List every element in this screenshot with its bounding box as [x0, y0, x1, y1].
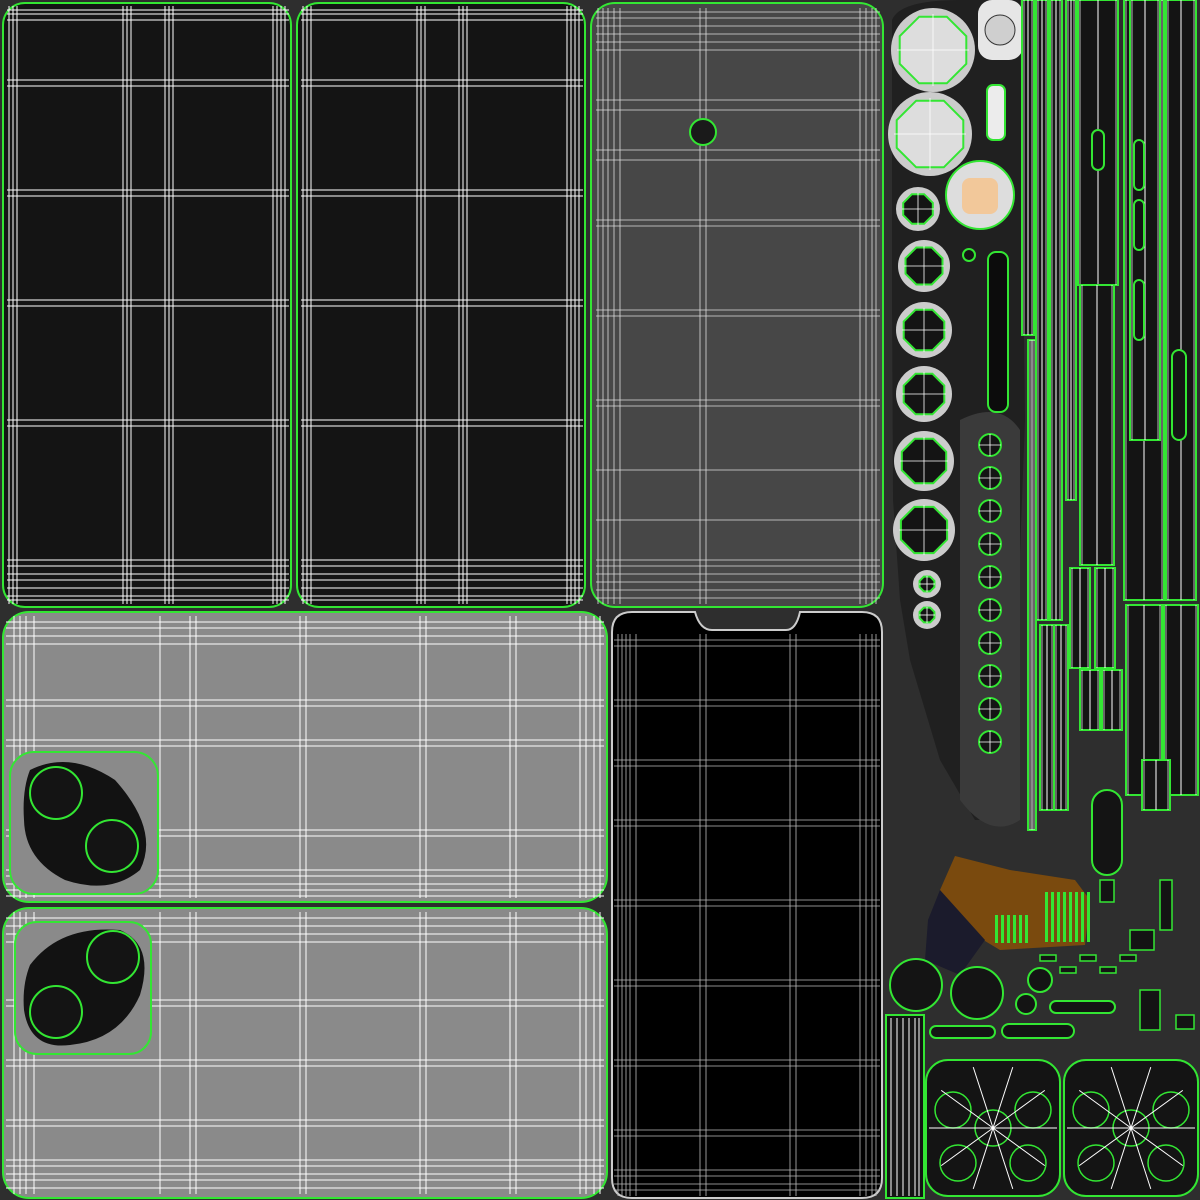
screen-panel-with-notch	[611, 611, 883, 1199]
small-part	[1129, 929, 1155, 951]
small-part	[1159, 879, 1173, 931]
back-panel-middle	[296, 2, 586, 608]
small-part	[1079, 954, 1097, 962]
speaker-grill-icon	[984, 14, 1016, 46]
tick-mark	[1069, 892, 1072, 942]
tick-mark	[1087, 892, 1090, 942]
lens-icon	[1015, 993, 1037, 1015]
lens-icon	[889, 958, 943, 1012]
lens-icon	[86, 930, 140, 984]
pill-slot	[1091, 129, 1105, 171]
tick-mark	[1051, 892, 1054, 942]
button-icon	[962, 248, 976, 262]
pill-slot	[1049, 1000, 1116, 1014]
button-slot	[987, 251, 1009, 413]
tick-mark	[1075, 892, 1078, 942]
small-part	[1099, 879, 1115, 903]
tick-mark	[1057, 892, 1060, 942]
lens-icon	[1072, 1091, 1110, 1129]
frame-panel-with-camera-hole	[590, 2, 884, 608]
small-part	[1099, 966, 1117, 974]
pill-slot	[1091, 789, 1123, 876]
small-part	[1139, 989, 1161, 1031]
tick-mark	[1019, 915, 1022, 943]
pill-slot	[1133, 139, 1145, 191]
tick-mark	[1063, 892, 1066, 942]
pill-slot	[1171, 349, 1187, 441]
camera-hole-icon	[689, 118, 717, 146]
tick-mark	[1013, 915, 1016, 943]
lens-icon	[1152, 1091, 1190, 1129]
lens-icon	[934, 1091, 972, 1129]
pill-slot	[1001, 1023, 1075, 1039]
lens-icon	[1027, 967, 1053, 993]
lens-icon	[1014, 1091, 1052, 1129]
lens-icon	[950, 966, 1004, 1020]
tick-mark	[1001, 915, 1004, 943]
tick-mark	[1025, 915, 1028, 943]
lens-icon	[29, 985, 83, 1039]
uv-texture-atlas	[0, 0, 1200, 1200]
rear-glass-upper	[2, 611, 608, 903]
tick-mark	[1081, 892, 1084, 942]
tick-mark	[1045, 892, 1048, 942]
pill-slot	[929, 1025, 996, 1039]
small-part	[1119, 954, 1137, 962]
small-part	[1175, 1014, 1195, 1030]
connector-icon	[986, 84, 1006, 141]
small-part	[1059, 966, 1077, 974]
small-part	[1039, 954, 1057, 962]
pill-slot	[1133, 279, 1145, 341]
back-panel-left	[2, 2, 292, 608]
flash-led	[962, 178, 998, 214]
lens-icon	[29, 766, 83, 820]
tick-mark	[1007, 915, 1010, 943]
pill-slot	[1133, 199, 1145, 251]
bottom-strip	[885, 1014, 925, 1199]
tick-mark	[995, 915, 998, 943]
rear-glass-lower	[2, 907, 608, 1199]
lens-icon	[85, 819, 139, 873]
